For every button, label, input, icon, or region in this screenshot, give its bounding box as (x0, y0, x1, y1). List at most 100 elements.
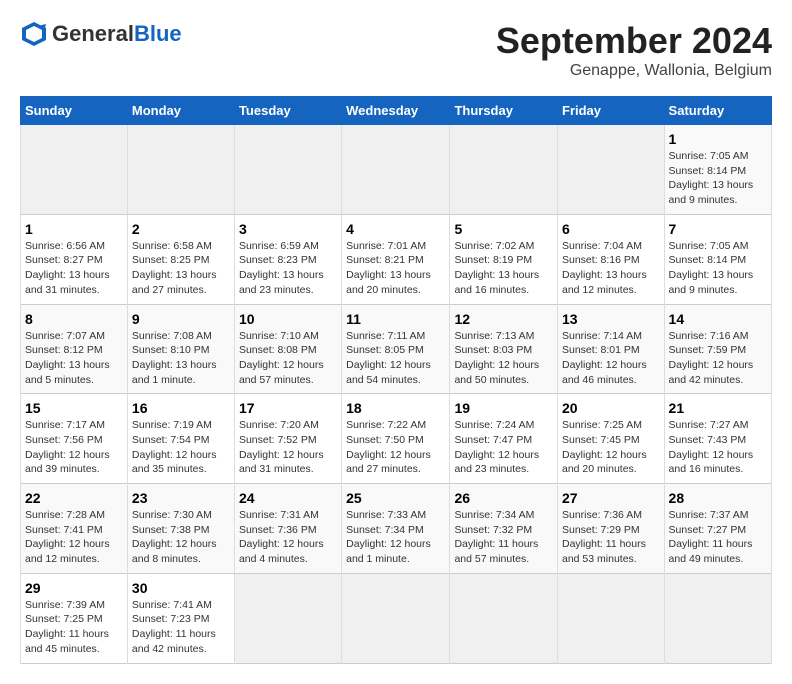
calendar-cell (342, 573, 450, 663)
day-info: Sunrise: 7:13 AM Sunset: 8:03 PM Dayligh… (454, 329, 553, 388)
day-number: 7 (669, 221, 767, 237)
day-info: Sunrise: 7:30 AM Sunset: 7:38 PM Dayligh… (132, 508, 230, 567)
calendar-cell (450, 573, 558, 663)
day-info: Sunrise: 7:36 AM Sunset: 7:29 PM Dayligh… (562, 508, 660, 567)
day-info: Sunrise: 7:25 AM Sunset: 7:45 PM Dayligh… (562, 418, 660, 477)
calendar-week-row: 29Sunrise: 7:39 AM Sunset: 7:25 PM Dayli… (21, 573, 772, 663)
day-number: 23 (132, 490, 230, 506)
logo-icon (20, 20, 48, 48)
day-number: 10 (239, 311, 337, 327)
calendar-cell: 15 Sunrise: 7:17 AM Sunset: 7:56 PM Dayli… (21, 394, 128, 484)
day-number: 28 (669, 490, 767, 506)
calendar-cell: 17 Sunrise: 7:20 AM Sunset: 7:52 PM Dayli… (234, 394, 341, 484)
day-info: Sunrise: 7:41 AM Sunset: 7:23 PM Dayligh… (132, 598, 230, 657)
calendar-cell: 18Sunrise: 7:22 AM Sunset: 7:50 PM Dayli… (342, 394, 450, 484)
day-number: 8 (25, 311, 123, 327)
calendar-cell (558, 573, 665, 663)
logo-general: General (52, 21, 134, 46)
day-info: Sunrise: 7:07 AM Sunset: 8:12 PM Dayligh… (25, 329, 123, 388)
calendar-cell: 20 Sunrise: 7:25 AM Sunset: 7:45 PM Dayli… (558, 394, 665, 484)
day-info: Sunrise: 7:17 AM Sunset: 7:56 PM Dayligh… (25, 418, 123, 477)
calendar-week-row: 1 Sunrise: 7:05 AM Sunset: 8:14 PM Daylig… (21, 125, 772, 215)
day-number: 1 (25, 221, 123, 237)
calendar-cell (664, 573, 771, 663)
logo-blue: Blue (134, 21, 182, 46)
calendar-cell: 10Sunrise: 7:10 AM Sunset: 8:08 PM Dayli… (234, 304, 341, 394)
day-info: Sunrise: 7:05 AM Sunset: 8:14 PM Dayligh… (669, 149, 767, 208)
day-info: Sunrise: 6:56 AM Sunset: 8:27 PM Dayligh… (25, 239, 123, 298)
day-number: 9 (132, 311, 230, 327)
calendar-cell: 22Sunrise: 7:28 AM Sunset: 7:41 PM Dayli… (21, 484, 128, 574)
col-header-saturday: Saturday (664, 97, 771, 125)
day-number: 25 (346, 490, 445, 506)
calendar-week-row: 8 Sunrise: 7:07 AM Sunset: 8:12 PM Daylig… (21, 304, 772, 394)
day-info: Sunrise: 7:19 AM Sunset: 7:54 PM Dayligh… (132, 418, 230, 477)
calendar-cell (127, 125, 234, 215)
day-info: Sunrise: 7:16 AM Sunset: 7:59 PM Dayligh… (669, 329, 767, 388)
col-header-wednesday: Wednesday (342, 97, 450, 125)
calendar-week-row: 22Sunrise: 7:28 AM Sunset: 7:41 PM Dayli… (21, 484, 772, 574)
calendar-cell: 21 Sunrise: 7:27 AM Sunset: 7:43 PM Dayli… (664, 394, 771, 484)
day-number: 20 (562, 400, 660, 416)
day-number: 14 (669, 311, 767, 327)
day-number: 19 (454, 400, 553, 416)
day-info: Sunrise: 7:08 AM Sunset: 8:10 PM Dayligh… (132, 329, 230, 388)
calendar-cell: 4Sunrise: 7:01 AM Sunset: 8:21 PM Daylig… (342, 214, 450, 304)
calendar-table: SundayMondayTuesdayWednesdayThursdayFrid… (20, 96, 772, 664)
day-info: Sunrise: 7:27 AM Sunset: 7:43 PM Dayligh… (669, 418, 767, 477)
calendar-cell: 16Sunrise: 7:19 AM Sunset: 7:54 PM Dayli… (127, 394, 234, 484)
calendar-cell: 14 Sunrise: 7:16 AM Sunset: 7:59 PM Dayli… (664, 304, 771, 394)
calendar-cell: 3Sunrise: 6:59 AM Sunset: 8:23 PM Daylig… (234, 214, 341, 304)
calendar-cell: 8 Sunrise: 7:07 AM Sunset: 8:12 PM Daylig… (21, 304, 128, 394)
calendar-cell: 12 Sunrise: 7:13 AM Sunset: 8:03 PM Dayli… (450, 304, 558, 394)
day-info: Sunrise: 7:31 AM Sunset: 7:36 PM Dayligh… (239, 508, 337, 567)
day-number: 5 (454, 221, 553, 237)
day-number: 15 (25, 400, 123, 416)
col-header-sunday: Sunday (21, 97, 128, 125)
day-number: 30 (132, 580, 230, 596)
day-info: Sunrise: 7:39 AM Sunset: 7:25 PM Dayligh… (25, 598, 123, 657)
col-header-monday: Monday (127, 97, 234, 125)
calendar-cell: 11 Sunrise: 7:11 AM Sunset: 8:05 PM Dayli… (342, 304, 450, 394)
calendar-cell: 25Sunrise: 7:33 AM Sunset: 7:34 PM Dayli… (342, 484, 450, 574)
calendar-cell: 19 Sunrise: 7:24 AM Sunset: 7:47 PM Dayli… (450, 394, 558, 484)
calendar-cell: 30 Sunrise: 7:41 AM Sunset: 7:23 PM Dayli… (127, 573, 234, 663)
col-header-friday: Friday (558, 97, 665, 125)
day-info: Sunrise: 6:58 AM Sunset: 8:25 PM Dayligh… (132, 239, 230, 298)
calendar-cell: 5 Sunrise: 7:02 AM Sunset: 8:19 PM Daylig… (450, 214, 558, 304)
day-number: 4 (346, 221, 445, 237)
calendar-cell: 28 Sunrise: 7:37 AM Sunset: 7:27 PM Dayli… (664, 484, 771, 574)
calendar-cell: 9 Sunrise: 7:08 AM Sunset: 8:10 PM Daylig… (127, 304, 234, 394)
day-info: Sunrise: 7:24 AM Sunset: 7:47 PM Dayligh… (454, 418, 553, 477)
calendar-cell: 6Sunrise: 7:04 AM Sunset: 8:16 PM Daylig… (558, 214, 665, 304)
day-number: 11 (346, 311, 445, 327)
day-info: Sunrise: 7:11 AM Sunset: 8:05 PM Dayligh… (346, 329, 445, 388)
day-info: Sunrise: 7:02 AM Sunset: 8:19 PM Dayligh… (454, 239, 553, 298)
calendar-cell (21, 125, 128, 215)
calendar-week-row: 15 Sunrise: 7:17 AM Sunset: 7:56 PM Dayli… (21, 394, 772, 484)
day-info: Sunrise: 7:04 AM Sunset: 8:16 PM Dayligh… (562, 239, 660, 298)
day-info: Sunrise: 7:37 AM Sunset: 7:27 PM Dayligh… (669, 508, 767, 567)
calendar-cell: 23 Sunrise: 7:30 AM Sunset: 7:38 PM Dayli… (127, 484, 234, 574)
day-number: 27 (562, 490, 660, 506)
calendar-cell: 26 Sunrise: 7:34 AM Sunset: 7:32 PM Dayli… (450, 484, 558, 574)
calendar-cell (450, 125, 558, 215)
calendar-week-row: 1 Sunrise: 6:56 AM Sunset: 8:27 PM Daylig… (21, 214, 772, 304)
day-info: Sunrise: 7:05 AM Sunset: 8:14 PM Dayligh… (669, 239, 767, 298)
day-number: 21 (669, 400, 767, 416)
calendar-cell: 29Sunrise: 7:39 AM Sunset: 7:25 PM Dayli… (21, 573, 128, 663)
day-number: 26 (454, 490, 553, 506)
day-info: Sunrise: 6:59 AM Sunset: 8:23 PM Dayligh… (239, 239, 337, 298)
calendar-cell (558, 125, 665, 215)
day-number: 17 (239, 400, 337, 416)
calendar-cell: 24Sunrise: 7:31 AM Sunset: 7:36 PM Dayli… (234, 484, 341, 574)
day-number: 13 (562, 311, 660, 327)
day-number: 1 (669, 131, 767, 147)
calendar-cell (234, 573, 341, 663)
day-number: 18 (346, 400, 445, 416)
day-info: Sunrise: 7:34 AM Sunset: 7:32 PM Dayligh… (454, 508, 553, 567)
logo: GeneralBlue (20, 20, 182, 48)
day-info: Sunrise: 7:20 AM Sunset: 7:52 PM Dayligh… (239, 418, 337, 477)
day-number: 12 (454, 311, 553, 327)
col-header-thursday: Thursday (450, 97, 558, 125)
